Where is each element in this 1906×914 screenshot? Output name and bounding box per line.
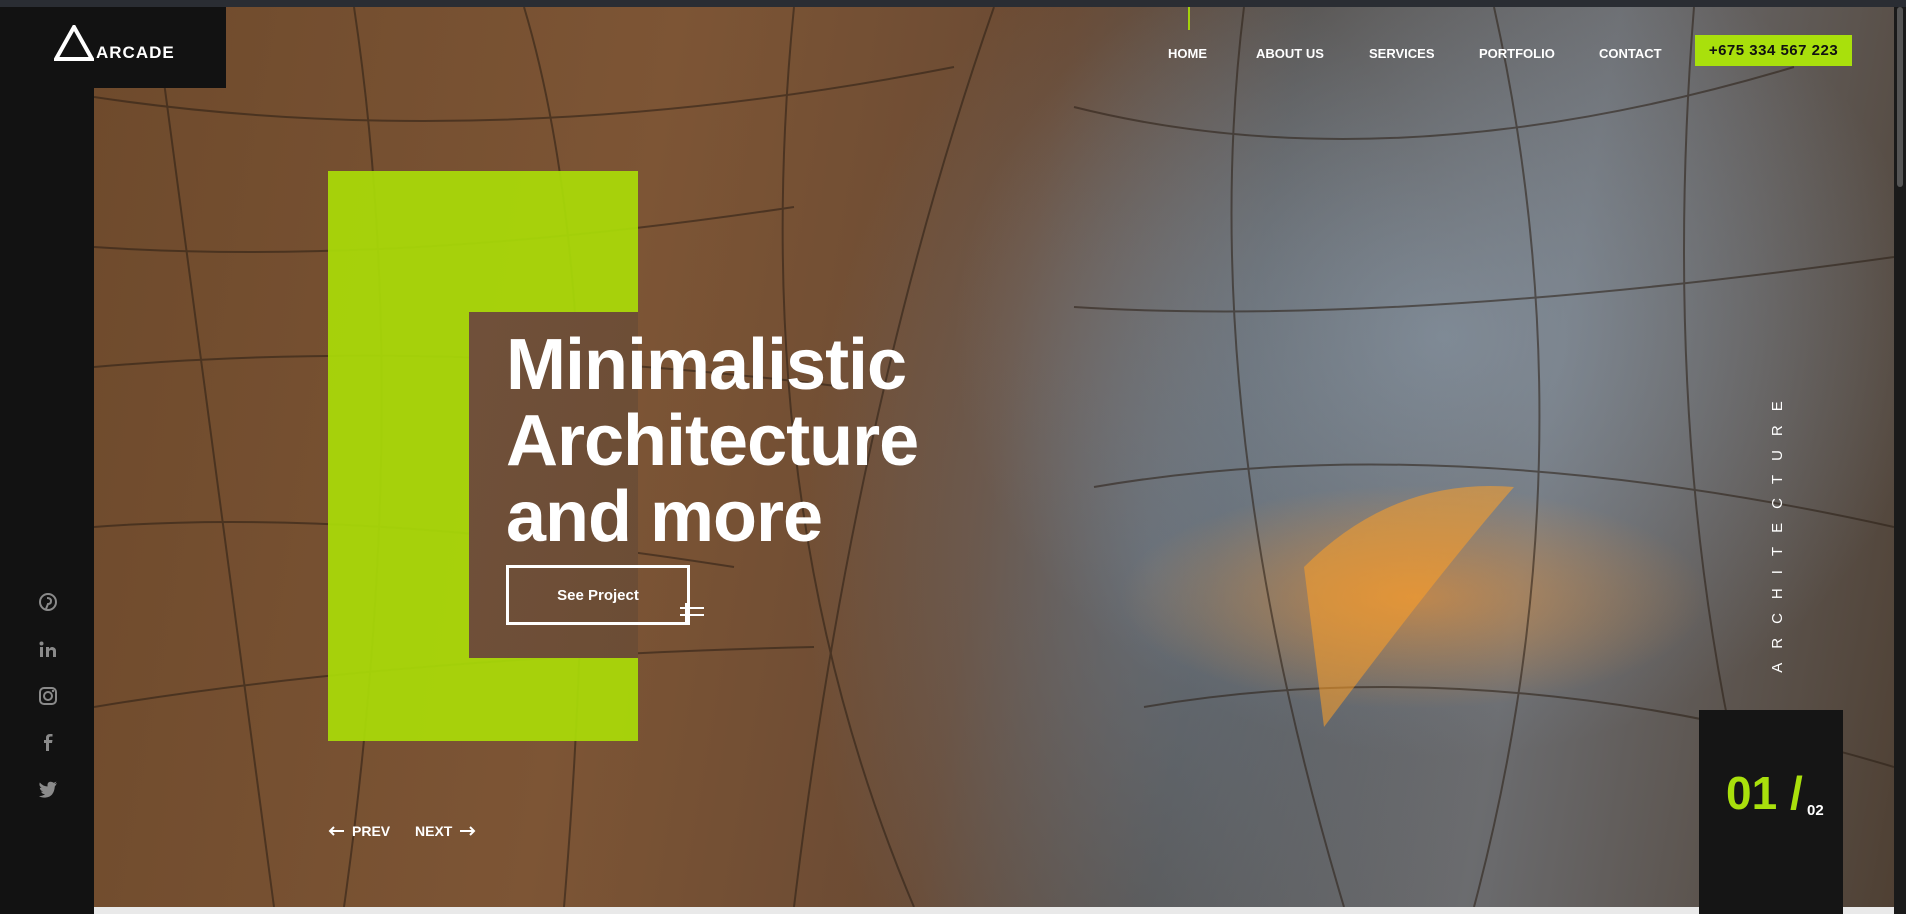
instagram-icon[interactable] xyxy=(37,685,59,707)
facebook-icon[interactable] xyxy=(37,731,59,753)
nav-services[interactable]: SERVICES xyxy=(1369,46,1435,62)
logo-triangle-icon xyxy=(54,25,94,61)
logo-text: ARCADE xyxy=(96,43,175,62)
headline-line-2: Architecture xyxy=(506,401,919,481)
arrow-right-icon xyxy=(460,826,476,836)
prev-slide-button[interactable]: PREV xyxy=(328,823,390,839)
headline-line-3: and more xyxy=(506,477,823,557)
page-scrollbar[interactable] xyxy=(1894,7,1906,914)
nav-contact[interactable]: CONTACT xyxy=(1599,46,1662,62)
slide-counter-current: 01 / xyxy=(1726,767,1803,819)
next-section-edge xyxy=(94,907,1894,914)
linkedin-icon[interactable] xyxy=(37,639,59,661)
logo[interactable]: ARCADE xyxy=(0,7,226,88)
nav-active-indicator xyxy=(1188,7,1190,30)
next-label: NEXT xyxy=(415,823,453,839)
nav-portfolio[interactable]: PORTFOLIO xyxy=(1479,46,1555,62)
headline-line-1: Minimalistic xyxy=(506,325,907,405)
nav-about-us[interactable]: ABOUT US xyxy=(1256,46,1324,62)
pinterest-icon[interactable] xyxy=(37,591,59,613)
arrow-left-icon xyxy=(328,826,344,836)
phone-button[interactable]: +675 334 567 223 xyxy=(1695,35,1852,66)
button-decoration-icon xyxy=(680,603,704,623)
prev-label: PREV xyxy=(352,823,391,839)
top-edge xyxy=(0,0,1906,7)
hero-headline: Minimalistic Architecture and more xyxy=(506,325,919,557)
twitter-icon[interactable] xyxy=(37,778,59,800)
slide-counter-total: 02 xyxy=(1807,802,1824,819)
see-project-button[interactable]: See Project xyxy=(506,565,690,625)
scrollbar-thumb[interactable] xyxy=(1897,7,1903,187)
slide-counter: 01 / 02 xyxy=(1699,710,1843,914)
nav-home[interactable]: HOME xyxy=(1168,46,1207,62)
next-slide-button[interactable]: NEXT xyxy=(415,823,476,839)
